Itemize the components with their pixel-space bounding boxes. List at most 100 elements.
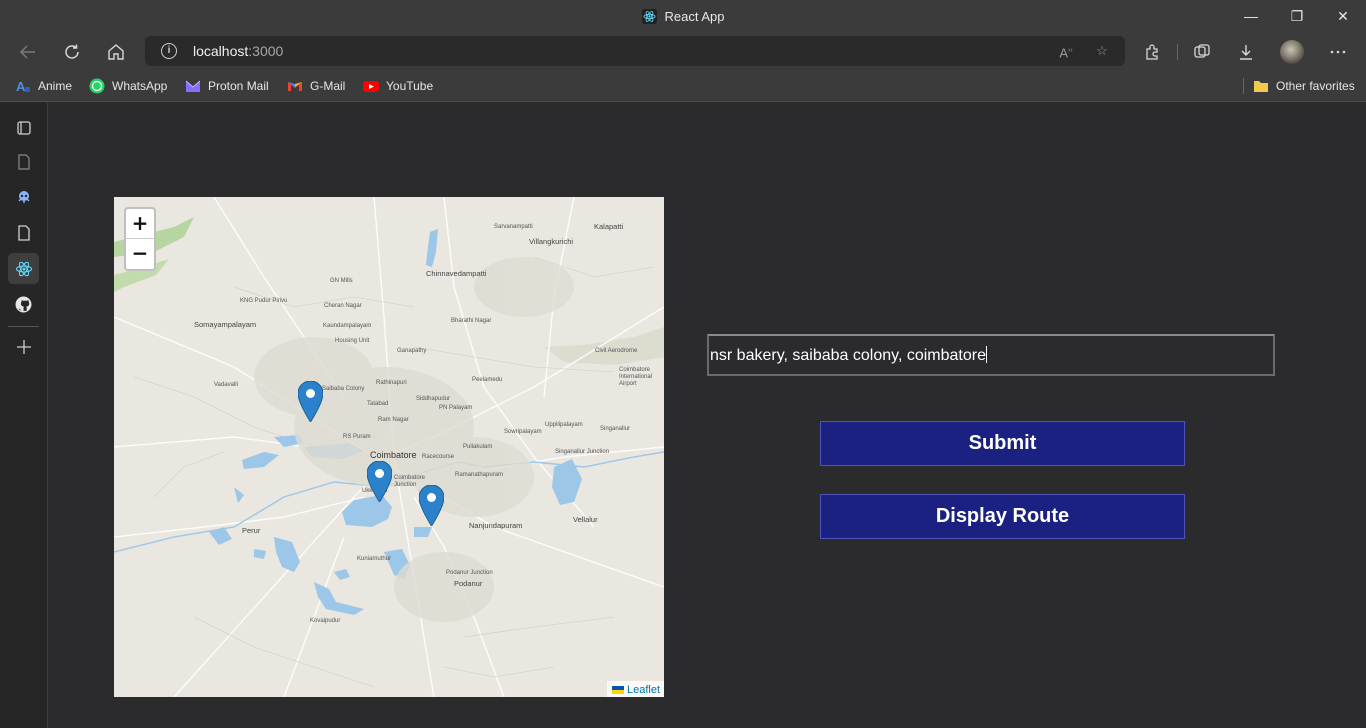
zoom-control: + − (124, 207, 156, 271)
url-text[interactable]: localhost:3000 (193, 43, 283, 59)
read-aloud-icon[interactable]: A›› (1055, 41, 1077, 61)
profile-avatar[interactable] (1280, 40, 1304, 64)
submit-button[interactable]: Submit (820, 421, 1185, 466)
sidebar-github-button[interactable] (8, 289, 39, 320)
whatsapp-icon (89, 78, 105, 94)
home-button[interactable] (100, 36, 132, 68)
close-icon: ✕ (1337, 8, 1349, 24)
sidebar-react-app-button[interactable] (8, 253, 39, 284)
bookmarks-divider (1243, 78, 1244, 94)
map-place-label: Cheran Nagar (324, 303, 362, 309)
bookmark-whatsapp[interactable]: WhatsApp (89, 76, 167, 96)
sidebar-extension-button[interactable] (8, 181, 39, 212)
document-icon (17, 225, 30, 241)
map-place-label: GN Mills (330, 278, 353, 284)
minimize-icon: — (1244, 8, 1258, 24)
add-favorite-icon[interactable]: ☆ (1091, 41, 1113, 61)
map-place-label: Coimbatore International Airport (619, 367, 653, 387)
address-bar[interactable]: i localhost:3000 A›› ☆ (145, 36, 1125, 66)
more-icon (1330, 50, 1346, 54)
ukraine-flag-icon (611, 686, 624, 694)
map-place-label: Civil Aerodrome (595, 348, 638, 354)
map-place-label: KNG Pudur Pirivu (240, 298, 288, 304)
sidebar (0, 103, 48, 728)
map-place-label: Racecourse (422, 454, 455, 460)
map-place-label: Saibaba Colony (322, 386, 365, 392)
downloads-button[interactable] (1230, 36, 1262, 68)
gmail-icon (287, 78, 303, 94)
proton-mail-icon (185, 78, 201, 94)
react-logo-icon (641, 9, 657, 27)
map-place-label: Ganapathy (397, 348, 427, 354)
map-place-label: Kuniamuthur (357, 556, 392, 562)
anime-icon: A (15, 78, 31, 94)
bookmark-label: YouTube (386, 79, 434, 93)
react-icon (15, 261, 32, 277)
map-place-label: Podanur (454, 579, 483, 588)
map-place-label: Perur (242, 526, 261, 535)
map-marker-icon[interactable] (367, 461, 392, 502)
map-place-label: Podanur Junction (446, 570, 493, 576)
back-arrow-icon (19, 45, 35, 59)
bookmark-anime[interactable]: A Anime (15, 76, 72, 96)
youtube-icon (363, 78, 379, 94)
map-place-label: Coimbatore (370, 450, 417, 460)
map-tiles (114, 197, 664, 697)
title-bar: React App — ❐ ✕ (0, 0, 1366, 34)
page-icon (17, 154, 30, 170)
close-button[interactable]: ✕ (1320, 0, 1366, 34)
map-place-label: Nanjundapuram (469, 521, 523, 530)
map-place-label: RS Puram (343, 434, 371, 440)
location-input[interactable]: nsr bakery, saibaba colony, coimbatore (707, 334, 1275, 376)
bookmark-youtube[interactable]: YouTube (363, 76, 433, 96)
svg-text:A: A (16, 79, 26, 94)
home-icon (108, 44, 124, 60)
add-sidebar-app-button[interactable] (8, 331, 39, 362)
map-place-label: Housing Unit (335, 338, 370, 344)
tab-actions-button[interactable] (8, 112, 39, 143)
map-marker-icon[interactable] (298, 381, 323, 422)
map-marker-icon[interactable] (419, 485, 444, 526)
folder-icon (1253, 78, 1269, 94)
map-place-label: Bharathi Nagar (451, 318, 492, 324)
extensions-button[interactable] (1137, 36, 1169, 68)
map-place-label: Kovaipudur (310, 618, 341, 624)
browser-toolbar: i localhost:3000 A›› ☆ (0, 34, 1366, 70)
back-button[interactable] (12, 36, 44, 68)
refresh-button[interactable] (56, 36, 88, 68)
map-place-label: Vellalur (573, 515, 598, 524)
map-place-label: Kaundampalayam (323, 323, 372, 329)
map-place-label: Ram Nagar (378, 417, 409, 423)
toolbar-divider (1177, 44, 1178, 60)
other-favorites-folder[interactable]: Other favorites (1253, 76, 1355, 96)
plus-icon (16, 340, 31, 354)
octopus-icon (18, 191, 29, 203)
map-place-label: Vadavalli (214, 382, 238, 388)
bookmark-label: Proton Mail (208, 79, 269, 93)
map-place-label: Siddhapudur (416, 396, 451, 402)
text-caret (986, 346, 987, 363)
sidebar-document-button[interactable] (8, 217, 39, 248)
github-icon (15, 296, 32, 313)
extensions-icon (1146, 44, 1158, 60)
other-favorites-label: Other favorites (1276, 79, 1355, 93)
minimize-button[interactable]: — (1228, 0, 1274, 34)
map-place-label: Sarvanampatti (494, 224, 533, 230)
site-info-icon[interactable]: i (161, 43, 177, 59)
zoom-out-button[interactable]: − (126, 239, 154, 269)
bookmarks-bar: A Anime WhatsApp Proton Mail G-Mail YouT… (0, 70, 1366, 102)
map-place-label: Peelamedu (472, 377, 503, 383)
download-icon (1240, 45, 1252, 60)
leaflet-map[interactable]: Sarvanampatti Kalapatti Villangkurichi C… (114, 197, 664, 697)
bookmark-gmail[interactable]: G-Mail (287, 76, 345, 96)
restore-button[interactable]: ❐ (1274, 0, 1320, 34)
map-place-label: Uppilipalayam (545, 422, 583, 428)
bookmark-proton-mail[interactable]: Proton Mail (185, 76, 269, 96)
sidebar-divider (8, 326, 39, 327)
sidebar-page-button[interactable] (8, 146, 39, 177)
collections-button[interactable] (1186, 36, 1218, 68)
display-route-button[interactable]: Display Route (820, 494, 1185, 539)
zoom-in-button[interactable]: + (126, 209, 154, 239)
more-menu-button[interactable] (1322, 36, 1354, 68)
leaflet-link[interactable]: Leaflet (627, 684, 660, 696)
